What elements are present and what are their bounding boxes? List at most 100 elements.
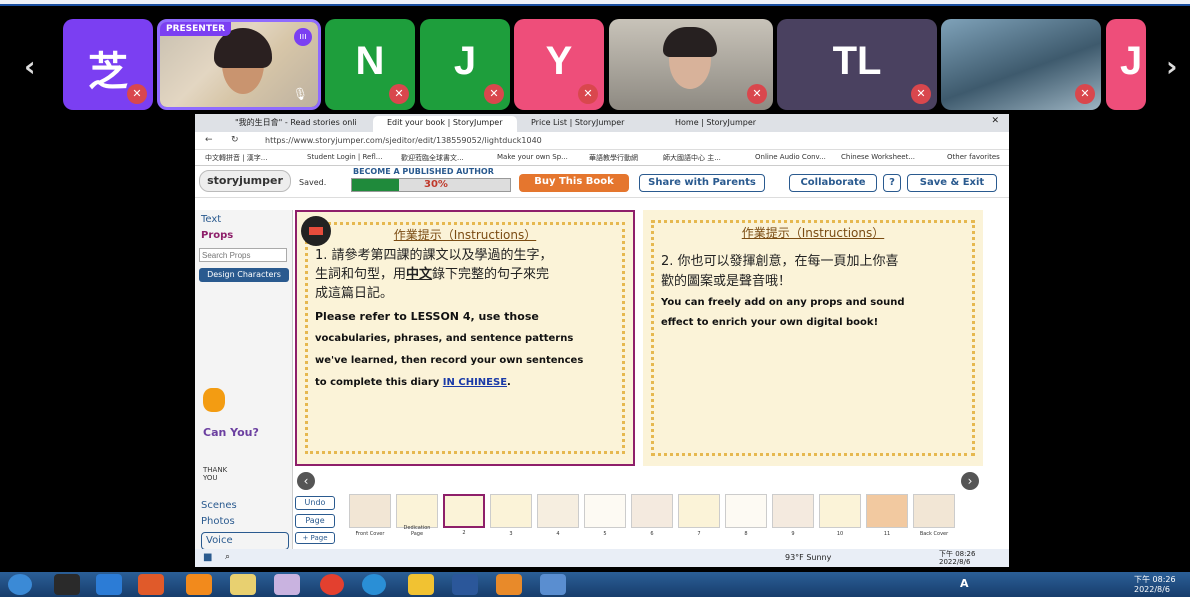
progress-fill xyxy=(352,179,400,191)
page-thumbnail[interactable]: 5 xyxy=(584,494,626,537)
favorite-item[interactable]: Online Audio Conv... xyxy=(755,153,826,161)
page-thumbnail[interactable]: 9 xyxy=(772,494,814,537)
page-thumbnail[interactable]: 4 xyxy=(537,494,579,537)
participant-tile[interactable]: Y ✕ xyxy=(514,19,604,110)
page-thumbnail[interactable]: 3 xyxy=(490,494,532,537)
mango-prop[interactable] xyxy=(203,388,225,412)
voice-button[interactable]: Voice xyxy=(201,532,289,550)
left-en-line: we've learned, then record your own sent… xyxy=(315,355,584,366)
share-parents-button[interactable]: Share with Parents xyxy=(639,174,765,192)
window-close-icon[interactable]: ✕ xyxy=(991,116,999,126)
buy-book-button[interactable]: Buy This Book xyxy=(519,174,629,192)
back-icon[interactable]: ← xyxy=(205,135,213,145)
chrome-icon[interactable] xyxy=(320,574,344,595)
photos-menu[interactable]: Photos xyxy=(201,516,235,527)
add-page-button[interactable]: + Page xyxy=(295,532,335,544)
page-thumbnail[interactable]: Back Cover xyxy=(913,494,955,537)
book-page-left[interactable]: 作業提示（Instructions） 1. 請參考第四課的課文以及學過的生字， … xyxy=(295,210,635,466)
edge-icon[interactable] xyxy=(362,574,386,595)
participant-tile[interactable]: ✕ xyxy=(941,19,1101,110)
page-thumbnail[interactable]: 6 xyxy=(631,494,673,537)
page-thumbnail[interactable]: 10 xyxy=(819,494,861,537)
participant-tile[interactable]: N ✕ xyxy=(325,19,415,110)
become-author-label: BECOME A PUBLISHED AUTHOR xyxy=(353,167,494,176)
gallery-prev-arrow[interactable]: ‹ xyxy=(24,50,36,83)
ime-indicator[interactable]: A xyxy=(960,577,969,590)
page-thumbnail[interactable]: Dedication Page xyxy=(396,494,438,537)
help-button[interactable]: ? xyxy=(883,174,901,192)
participant-tile[interactable]: TL ✕ xyxy=(777,19,937,110)
left-zh-line: 生詞和句型，用中文錄下完整的句子來完 xyxy=(315,267,550,282)
participant-gallery: ‹ › 芝 ✕ PRESENTER ııı 🎙 N ✕ J ✕ Y ✕ ✕ TL… xyxy=(0,10,1190,114)
book-page-right[interactable]: 作業提示（Instructions） 2. 你也可以發揮創意，在每一頁加上你喜 … xyxy=(643,210,983,466)
delete-page-button[interactable]: Page xyxy=(295,514,335,528)
app-icon[interactable] xyxy=(96,574,122,595)
participant-tile[interactable]: J ✕ xyxy=(420,19,510,110)
props-menu[interactable]: Props xyxy=(201,230,233,241)
participant-tile[interactable]: ✕ xyxy=(609,19,773,110)
favorite-item[interactable]: Chinese Worksheet... xyxy=(841,153,915,161)
mic-muted-icon: ✕ xyxy=(911,84,931,104)
design-characters-button[interactable]: Design Characters xyxy=(199,268,289,282)
mic-muted-icon: ✕ xyxy=(127,84,147,104)
page-thumbnail[interactable]: 11 xyxy=(866,494,908,537)
speaking-icon: ııı xyxy=(294,28,312,46)
taskbar-date: 2022/8/6 xyxy=(939,558,971,566)
search-props-input[interactable] xyxy=(199,248,287,262)
storyjumper-logo[interactable]: storyjumper xyxy=(199,170,291,192)
presenter-tile[interactable]: PRESENTER ııı 🎙 xyxy=(157,19,321,110)
favorite-item[interactable]: 中文轉拼音 | 漢字... xyxy=(205,153,267,163)
start-orb-icon[interactable] xyxy=(8,574,32,595)
text-menu[interactable]: Text xyxy=(201,214,221,225)
url-field[interactable]: https://www.storyjumper.com/sjeditor/edi… xyxy=(265,136,542,145)
gallery-next-arrow[interactable]: › xyxy=(1166,50,1178,83)
folder-icon[interactable] xyxy=(230,574,256,595)
prev-page-icon[interactable]: ‹ xyxy=(297,472,315,490)
next-page-icon[interactable]: › xyxy=(961,472,979,490)
favorite-item[interactable]: 華語教學行動網 xyxy=(589,153,638,163)
page-thumbnail[interactable]: 8 xyxy=(725,494,767,537)
browser-tab[interactable]: Price List | StoryJumper xyxy=(517,116,661,132)
favorite-item[interactable]: 歡迎蒞臨全球書文... xyxy=(401,153,464,163)
participant-tile[interactable]: 芝 ✕ xyxy=(63,19,153,110)
collaborate-button[interactable]: Collaborate xyxy=(789,174,877,192)
globe-icon[interactable] xyxy=(408,574,434,595)
mic-icon: 🎙 xyxy=(292,87,308,101)
firefox-icon[interactable] xyxy=(186,574,212,595)
app-icon[interactable] xyxy=(274,574,300,595)
thank-you-prop[interactable]: THANK YOU xyxy=(203,466,231,482)
favorite-item[interactable]: Student Login | Refl... xyxy=(307,153,382,161)
save-exit-button[interactable]: Save & Exit xyxy=(907,174,997,192)
right-page-title: 作業提示（Instructions） xyxy=(741,226,885,240)
browser-tab[interactable]: Home | StoryJumper xyxy=(661,116,791,132)
host-clock-time: 下午 08:26 xyxy=(1134,575,1176,584)
participant-tile[interactable]: J xyxy=(1106,19,1146,110)
page-thumbnail[interactable]: 7 xyxy=(678,494,720,537)
browser-tab[interactable]: "我的生日會" - Read stories onli xyxy=(221,116,373,132)
can-you-prop[interactable]: Can You? xyxy=(203,426,259,439)
page-thumbnail-strip: Undo Page + Page Front Cover Dedication … xyxy=(293,494,998,544)
scenes-menu[interactable]: Scenes xyxy=(201,500,237,511)
hp-app-icon[interactable] xyxy=(54,574,80,595)
undo-button[interactable]: Undo xyxy=(295,496,335,510)
left-en-line: Please refer to LESSON 4, use those xyxy=(315,310,539,323)
start-icon[interactable]: ■ xyxy=(203,552,212,563)
reload-icon[interactable]: ↻ xyxy=(231,135,239,145)
app-icon[interactable] xyxy=(496,574,522,595)
browser-tab-active[interactable]: Edit your book | StoryJumper xyxy=(373,116,517,132)
favorite-item[interactable]: 師大國語中心 主... xyxy=(663,153,721,163)
favorite-item[interactable]: Other favorites xyxy=(947,153,1000,161)
search-icon[interactable]: ⌕ xyxy=(225,552,230,562)
favorite-item[interactable]: Make your own Sp... xyxy=(497,153,568,161)
editor-left-panel: Text Props Design Characters Can You? TH… xyxy=(195,210,293,567)
address-bar: ← ↻ https://www.storyjumper.com/sjeditor… xyxy=(195,132,1009,150)
page-thumbnail-selected[interactable]: 2 xyxy=(443,494,485,536)
participant-hair xyxy=(663,27,717,57)
app-icon[interactable] xyxy=(540,574,566,595)
page-thumbnail[interactable]: Front Cover xyxy=(349,494,391,537)
mic-muted-icon: ✕ xyxy=(578,84,598,104)
host-clock-date: 2022/8/6 xyxy=(1134,585,1170,594)
app-icon[interactable] xyxy=(138,574,164,595)
word-icon[interactable] xyxy=(452,574,478,595)
weather-label[interactable]: 93°F Sunny xyxy=(785,553,831,562)
